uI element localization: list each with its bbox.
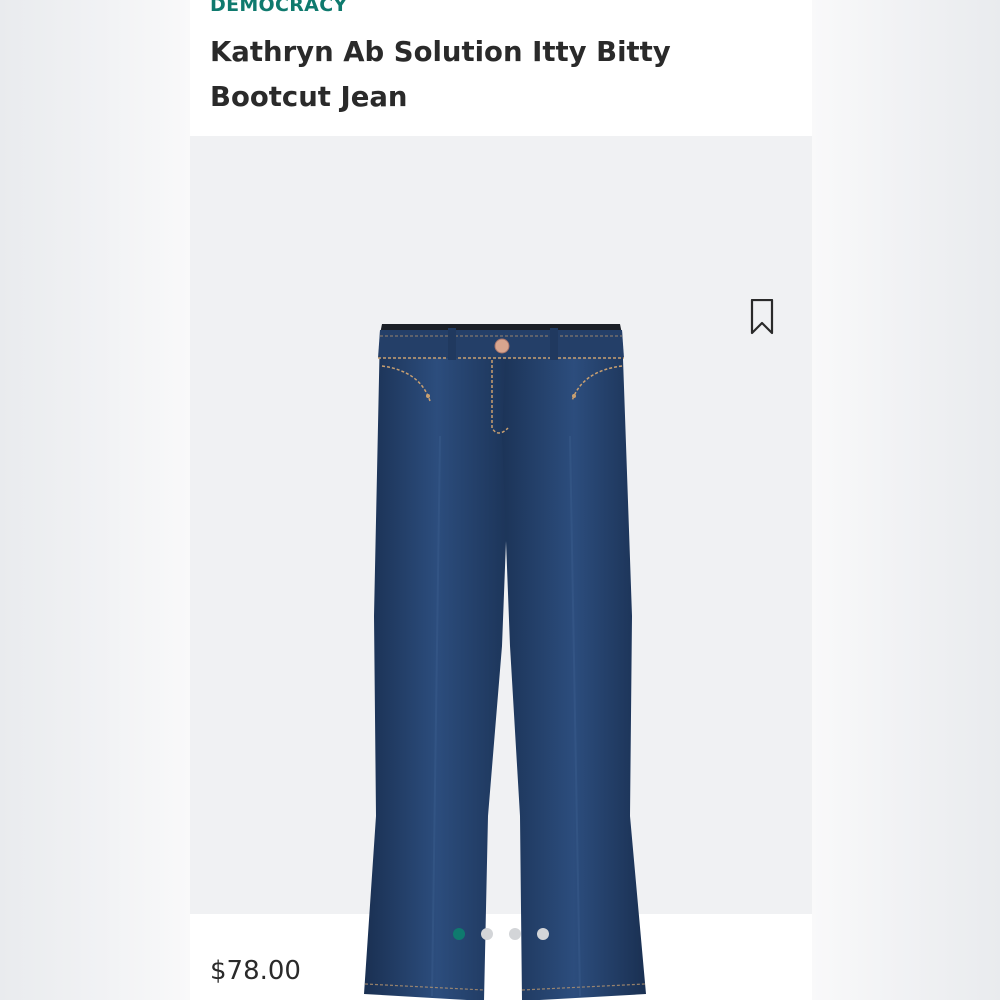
product-price: $78.00	[210, 956, 301, 986]
carousel-dot[interactable]	[453, 928, 465, 940]
carousel-dot[interactable]	[537, 928, 549, 940]
product-card: DEMOCRACY Kathryn Ab Solution Itty Bitty…	[190, 0, 812, 1000]
bookmark-icon[interactable]	[750, 299, 774, 335]
carousel-dot[interactable]	[481, 928, 493, 940]
carousel-indicators	[190, 928, 812, 944]
product-image	[364, 324, 646, 1000]
product-title: Kathryn Ab Solution Itty Bitty Bootcut J…	[210, 36, 671, 113]
product-image-carousel[interactable]	[190, 136, 812, 1000]
backdrop-left	[0, 0, 190, 1000]
brand-name[interactable]: DEMOCRACY	[210, 0, 348, 16]
backdrop-right	[812, 0, 1000, 1000]
carousel-dot[interactable]	[509, 928, 521, 940]
